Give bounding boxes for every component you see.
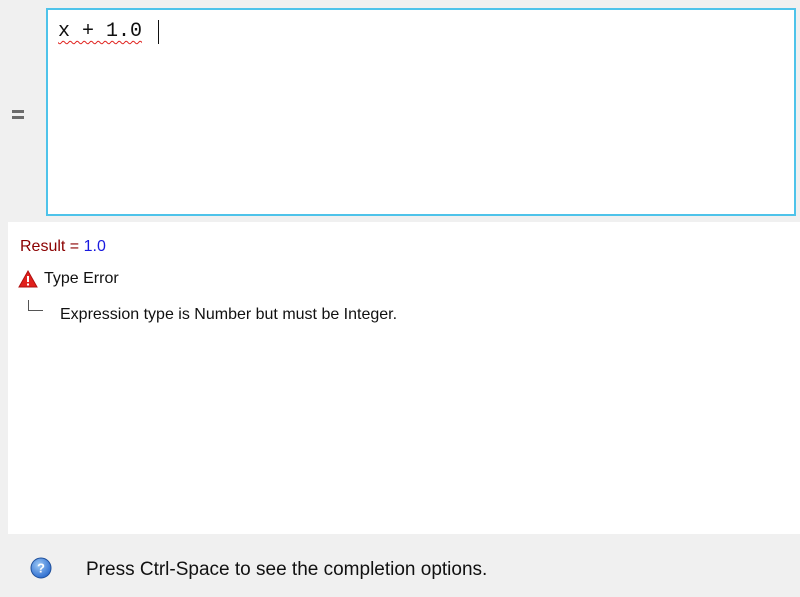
expression-text[interactable]: x + 1.0 xyxy=(58,20,142,43)
tree-branch-line xyxy=(28,300,43,311)
warning-icon xyxy=(18,270,38,288)
expression-input[interactable]: x + 1.0 xyxy=(46,8,796,216)
editor-area: x + 1.0 xyxy=(0,0,800,222)
result-line: Result = 1.0 xyxy=(20,238,106,256)
error-line: Type Error xyxy=(18,270,119,288)
error-detail: Expression type is Number but must be In… xyxy=(60,306,398,323)
error-title: Type Error xyxy=(44,270,119,287)
results-panel: Result = 1.0 Type Error Expression type … xyxy=(8,222,800,534)
status-hint-text: Press Ctrl-Space to see the completion o… xyxy=(86,559,488,580)
help-icon: ? xyxy=(30,557,52,579)
result-value: 1.0 xyxy=(83,238,106,255)
status-bar: ? Press Ctrl-Space to see the completion… xyxy=(0,540,800,597)
text-caret xyxy=(158,20,159,44)
result-equals: = xyxy=(65,238,84,255)
svg-text:?: ? xyxy=(37,561,45,576)
drag-handle-icon[interactable] xyxy=(12,110,26,122)
result-label: Result xyxy=(20,238,66,255)
